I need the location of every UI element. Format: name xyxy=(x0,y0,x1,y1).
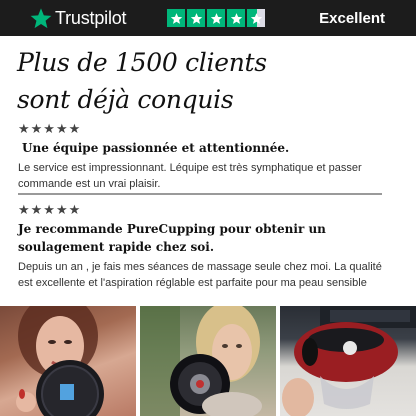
star-icon xyxy=(187,9,206,27)
review-card: ★★★★★ Je recommande PureCupping pour obt… xyxy=(18,202,398,291)
star-icon xyxy=(227,9,246,27)
trustpilot-logo: Trustpilot xyxy=(30,7,127,29)
headline-line-1: Plus de 1500 clients xyxy=(17,48,267,77)
trustpilot-brand: Trustpilot xyxy=(55,7,127,28)
woman-holding-cup-photo xyxy=(140,306,276,416)
star-icon xyxy=(167,9,186,27)
customer-photos xyxy=(0,306,416,416)
review-stars: ★★★★★ xyxy=(18,202,82,217)
trustpilot-star-icon xyxy=(30,8,52,29)
half-star-icon xyxy=(247,9,266,27)
review-card: ★★★★★ Une équipe passionnée et attention… xyxy=(18,121,398,192)
trustpilot-star-rating xyxy=(167,9,266,27)
trustpilot-bar: Trustpilot Excellent xyxy=(0,0,416,36)
review-title: Je recommande PureCupping pour obtenir u… xyxy=(18,222,326,254)
review-title: Une équipe passionnée et attentionnée. xyxy=(22,141,290,155)
review-body: Le service est impressionnant. Léquipe e… xyxy=(18,162,362,190)
headline-line-2: sont déjà conquis xyxy=(17,85,234,114)
woman-holding-device-photo xyxy=(0,306,136,416)
review-stars: ★★★★★ xyxy=(18,121,82,136)
review-divider xyxy=(18,193,382,195)
star-icon xyxy=(207,9,226,27)
page-headline: Plus de 1500 clients sont déjà conquis xyxy=(17,44,407,118)
trustpilot-rating-label: Excellent xyxy=(319,9,385,27)
review-body: Depuis un an , je fais mes séances de ma… xyxy=(18,261,382,289)
cupping-device-in-hand-photo xyxy=(280,306,416,416)
